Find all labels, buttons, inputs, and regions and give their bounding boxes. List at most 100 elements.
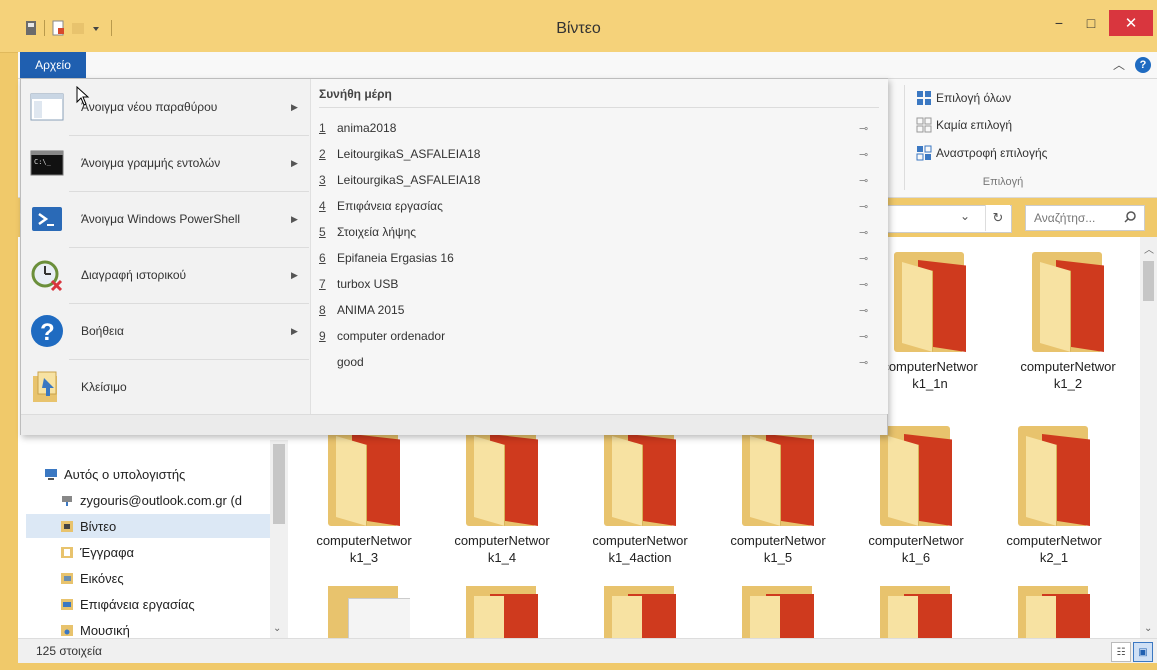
folder-item[interactable]: computerNetwor k1_4: [436, 420, 568, 566]
menu-separator: [69, 303, 309, 304]
nav-item-documents[interactable]: Έγγραφα: [60, 540, 280, 564]
search-box[interactable]: Αναζήτησ...: [1025, 205, 1145, 231]
nav-item-label: Βίντεο: [80, 518, 117, 534]
folder-item[interactable]: [732, 582, 824, 642]
pin-icon[interactable]: ⊸: [859, 330, 879, 343]
nav-item-label: Μουσική: [80, 622, 130, 638]
frequent-place-item[interactable]: 3 LeitourgikaS_ASFALEIA18 ⊸: [319, 169, 879, 191]
details-view-icon[interactable]: ☷: [1111, 642, 1131, 662]
scroll-down-icon[interactable]: ⌄: [1144, 623, 1152, 634]
svg-text:?: ?: [40, 319, 55, 346]
frequent-place-item[interactable]: 6 Epifaneia Ergasias 16 ⊸: [319, 247, 879, 269]
folder-label: computerNetwor k1_3: [316, 533, 412, 565]
refresh-button[interactable]: ↻: [985, 205, 1010, 231]
close-window-item[interactable]: Κλείσιμο: [21, 361, 309, 413]
folder-item[interactable]: computerNetwor k2_1: [988, 420, 1120, 566]
help-icon[interactable]: ?: [1135, 56, 1151, 73]
pin-icon[interactable]: ⊸: [859, 200, 879, 213]
frequent-places-panel: Συνήθη μέρη 1 anima2018 ⊸ 2 LeitourgikaS_AS…: [310, 79, 888, 414]
search-placeholder: Αναζήτησ...: [1034, 211, 1096, 225]
pin-icon[interactable]: ⊸: [859, 174, 879, 187]
nav-item-videos[interactable]: Βίντεο: [26, 514, 278, 538]
submenu-arrow-icon: ▶: [291, 101, 298, 112]
pin-icon[interactable]: ⊸: [859, 122, 879, 135]
folder-item[interactable]: [318, 582, 410, 642]
ribbon-divider: [904, 85, 905, 190]
open-new-window-item[interactable]: Άνοιγμα νέου παραθύρου ▶: [21, 81, 309, 133]
folder-icon: [594, 420, 686, 530]
select-all-button[interactable]: Επιλογή όλων: [916, 90, 1011, 106]
nav-item-pictures[interactable]: Εικόνες: [60, 566, 280, 590]
frequent-place-item[interactable]: 7 turbox USB ⊸: [319, 273, 879, 295]
pin-icon[interactable]: ⊸: [859, 226, 879, 239]
invert-selection-label: Αναστροφή επιλογής: [936, 146, 1048, 160]
address-dropdown-icon[interactable]: ⌄: [960, 209, 970, 223]
frequent-place-item[interactable]: 2 LeitourgikaS_ASFALEIA18 ⊸: [319, 143, 879, 165]
invert-selection-button[interactable]: Αναστροφή επιλογής: [916, 145, 1047, 161]
large-icons-view-icon[interactable]: ▣: [1133, 642, 1153, 662]
pin-icon[interactable]: ⊸: [859, 148, 879, 161]
pin-icon[interactable]: ⊸: [859, 278, 879, 291]
folder-icon: [456, 420, 548, 530]
nav-scroll-thumb[interactable]: [273, 444, 285, 524]
menu-item-label: Άνοιγμα Windows PowerShell: [81, 212, 241, 226]
nav-item-this-pc[interactable]: Αυτός ο υπολογιστής: [44, 462, 284, 486]
new-window-icon: [29, 89, 65, 125]
scroll-down-icon[interactable]: ⌄: [273, 623, 281, 634]
delete-history-item[interactable]: Διαγραφή ιστορικού ▶: [21, 249, 309, 301]
folder-item[interactable]: computerNetwor k1_5: [712, 420, 844, 566]
ribbon-collapse-icon[interactable]: ︿: [1113, 56, 1125, 73]
navigation-pane: Αυτός ο υπολογιστής zygouris@outlook.com…: [18, 440, 290, 638]
tab-file[interactable]: Αρχείο: [20, 52, 86, 78]
help-item[interactable]: ? Βοήθεια ▶: [21, 305, 309, 357]
maximize-button[interactable]: □: [1076, 10, 1106, 36]
videos-folder-icon: [60, 519, 74, 533]
folder-icon: [318, 420, 410, 530]
selection-group: Επιλογή όλων Καμία επιλογή Αναστροφή επι…: [908, 85, 1098, 195]
folder-item[interactable]: [870, 582, 962, 642]
folder-label: computerNetwor k2_1: [1006, 533, 1102, 565]
folder-item[interactable]: [456, 582, 548, 642]
open-powershell-item[interactable]: Άνοιγμα Windows PowerShell ▶: [21, 193, 309, 245]
open-command-prompt-item[interactable]: C:\_ Άνοιγμα γραμμής εντολών ▶: [21, 137, 309, 189]
menu-item-label: Διαγραφή ιστορικού: [81, 268, 187, 282]
documents-folder-icon: [60, 545, 74, 559]
content-scrollbar[interactable]: ︿ ⌄: [1140, 237, 1157, 638]
folder-item[interactable]: computerNetwor k1_2: [1002, 246, 1134, 392]
folder-item[interactable]: computerNetwor k1_3: [298, 420, 430, 566]
folder-item[interactable]: [1008, 582, 1100, 642]
frequent-place-item[interactable]: 1 anima2018 ⊸: [319, 117, 879, 139]
nav-item-network-drive[interactable]: zygouris@outlook.com.gr (d: [60, 488, 288, 512]
select-all-label: Επιλογή όλων: [936, 91, 1012, 105]
file-menu-footer: [21, 414, 887, 435]
folder-item[interactable]: [594, 582, 686, 642]
select-all-icon: [916, 90, 932, 106]
content-scroll-thumb[interactable]: [1143, 261, 1154, 301]
item-count: 125 στοιχεία: [36, 644, 102, 658]
folder-icon: [870, 420, 962, 530]
folder-label: computerNetwor k1_2: [1020, 359, 1116, 391]
frequent-place-item[interactable]: 9 computer ordenador ⊸: [319, 325, 879, 347]
frequent-place-item[interactable]: 8 ANIMA 2015 ⊸: [319, 299, 879, 321]
minimize-button[interactable]: −: [1044, 10, 1074, 36]
pin-icon[interactable]: ⊸: [859, 252, 879, 265]
submenu-arrow-icon: ▶: [291, 157, 298, 168]
menu-separator: [69, 359, 309, 360]
frequent-place-item[interactable]: 5 Στοιχεία λήψης ⊸: [319, 221, 879, 243]
pin-icon[interactable]: ⊸: [859, 304, 879, 317]
nav-pane-scrollbar[interactable]: ⌄: [270, 440, 288, 638]
folder-icon: [732, 420, 824, 530]
folder-item[interactable]: computerNetwor k1_4action: [574, 420, 706, 566]
menu-separator: [69, 191, 309, 192]
folder-item[interactable]: computerNetwor k1_6: [850, 420, 982, 566]
selection-group-caption: Επιλογή: [982, 176, 1024, 188]
pin-icon[interactable]: ⊸: [859, 356, 879, 369]
frequent-place-item[interactable]: good ⊸: [319, 351, 879, 373]
scroll-up-icon[interactable]: ︿: [1144, 241, 1154, 256]
close-button[interactable]: ✕: [1109, 10, 1153, 36]
pictures-folder-icon: [60, 571, 74, 585]
select-none-button[interactable]: Καμία επιλογή: [916, 117, 1012, 133]
frequent-place-item[interactable]: 4 Επιφάνεια εργασίας ⊸: [319, 195, 879, 217]
svg-text:C:\_: C:\_: [34, 158, 52, 166]
nav-item-desktop[interactable]: Επιφάνεια εργασίας: [60, 592, 280, 616]
